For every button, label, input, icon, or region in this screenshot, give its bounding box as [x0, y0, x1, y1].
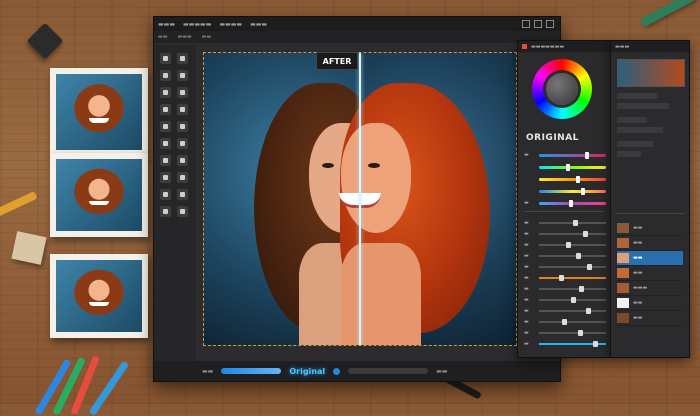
photo-print-2 — [50, 153, 148, 237]
layer-item[interactable]: ▬▬▬ — [617, 281, 683, 296]
pen-tool-icon[interactable] — [177, 138, 188, 149]
text-tool-icon[interactable] — [160, 155, 171, 166]
option-item[interactable]: ▬▬▬ — [177, 34, 191, 40]
layer-item[interactable]: ▬▬ — [617, 311, 683, 326]
clone-stamp-icon[interactable] — [177, 104, 188, 115]
saturation-slider[interactable] — [524, 161, 606, 173]
hue-slider[interactable]: ▬ — [524, 149, 606, 161]
colored-pencils — [24, 340, 134, 416]
eraser-tool-icon[interactable] — [160, 104, 171, 115]
tools-panel — [154, 45, 196, 361]
layer-list: ▬▬ ▬▬ ▬▬ ▬▬ ▬▬▬ ▬▬ ▬▬ — [617, 221, 683, 326]
desk-chip — [11, 231, 47, 265]
tone-slider[interactable]: ▬ — [524, 283, 606, 294]
tone-slider[interactable]: ▬ — [524, 272, 606, 283]
image-canvas[interactable] — [203, 52, 517, 346]
eyedropper-icon[interactable] — [177, 87, 188, 98]
temperature-slider[interactable] — [524, 185, 606, 197]
tone-slider[interactable]: ▬ — [524, 338, 606, 349]
tone-slider[interactable]: ▬ — [524, 316, 606, 327]
panel-header: ▬▬▬▬▬▬▬ — [518, 41, 610, 52]
color-adjust-panel: ▬▬▬▬▬▬▬ ORIGINAL ▬ ▬ ▬ ▬ ▬ ▬ ▬ ▬ ▬ ▬ ▬ ▬… — [517, 40, 611, 358]
dodge-tool-icon[interactable] — [160, 138, 171, 149]
tone-slider[interactable]: ▬ — [524, 217, 606, 228]
status-original-label: Original — [289, 366, 326, 376]
heal-tool-icon[interactable] — [160, 189, 171, 200]
menu-placeholder[interactable]: ▬▬▬▬▬ — [183, 21, 211, 28]
desk-pencil-yellow — [0, 191, 38, 217]
color-wheel[interactable] — [532, 59, 592, 119]
vibrance-slider[interactable] — [524, 173, 606, 185]
status-item: ▬▬ — [436, 367, 448, 375]
shape-tool-icon[interactable] — [177, 155, 188, 166]
panel-header: ▬▬▬ — [611, 41, 689, 52]
menu-placeholder[interactable]: ▬▬▬▬ — [219, 21, 242, 28]
window-controls — [522, 20, 560, 28]
tone-slider[interactable]: ▬ — [524, 261, 606, 272]
mask-tool-icon[interactable] — [160, 206, 171, 217]
color-sliders: ▬ ▬ — [524, 149, 606, 209]
patch-tool-icon[interactable] — [177, 189, 188, 200]
hand-tool-icon[interactable] — [160, 172, 171, 183]
title-bar: ▬▬▬ ▬▬▬▬▬ ▬▬▬▬ ▬▬▬ — [154, 17, 560, 31]
zoom-tool-icon[interactable] — [177, 172, 188, 183]
maximize-icon[interactable] — [534, 20, 542, 28]
after-half — [340, 53, 516, 345]
tone-slider[interactable]: ▬ — [524, 305, 606, 316]
desk-pencil — [639, 0, 697, 28]
blur-tool-icon[interactable] — [177, 121, 188, 132]
zoom-slider[interactable] — [348, 368, 429, 374]
status-progress — [221, 368, 282, 374]
close-icon[interactable] — [546, 20, 554, 28]
tone-slider[interactable]: ▬ — [524, 228, 606, 239]
tone-slider[interactable]: ▬ — [524, 239, 606, 250]
move-tool-icon[interactable] — [160, 53, 171, 64]
photo-editor-window: ▬▬▬ ▬▬▬▬▬ ▬▬▬▬ ▬▬▬ ▬▬ ▬▬▬ ▬▬ ▬▬ Original… — [153, 16, 561, 382]
before-half — [204, 53, 384, 345]
status-item: ▬▬ — [202, 367, 214, 375]
layer-item[interactable]: ▬▬ — [617, 236, 683, 251]
tone-slider[interactable]: ▬ — [524, 294, 606, 305]
options-bar: ▬▬ ▬▬▬ ▬▬ — [154, 31, 560, 43]
desk-eraser — [26, 22, 64, 60]
layer-item[interactable]: ▬▬ — [617, 221, 683, 236]
after-label: AFTER — [316, 52, 358, 70]
layers-panel: ▬▬▬ ▬▬ ▬▬ ▬▬ ▬▬ ▬▬▬ ▬▬ ▬▬ — [610, 40, 690, 358]
layer-item[interactable]: ▬▬ — [617, 296, 683, 311]
gradient-tool-icon[interactable] — [160, 121, 171, 132]
tone-slider[interactable]: ▬ — [524, 327, 606, 338]
crop-tool-icon[interactable] — [177, 70, 188, 81]
comparison-divider[interactable] — [359, 53, 361, 345]
brush-tool-icon[interactable] — [160, 87, 171, 98]
select-tool-icon[interactable] — [177, 53, 188, 64]
tone-slider[interactable]: ▬ — [524, 250, 606, 261]
status-bar: ▬▬ Original ▬▬ — [154, 361, 560, 381]
menu-placeholder[interactable]: ▬▬▬ — [250, 21, 267, 28]
color-swatch-icon[interactable] — [177, 206, 188, 217]
lasso-tool-icon[interactable] — [160, 70, 171, 81]
tint-slider[interactable]: ▬ — [524, 197, 606, 209]
layer-item[interactable]: ▬▬ — [617, 266, 683, 281]
info-icon[interactable] — [333, 367, 341, 375]
panel-close-icon[interactable] — [522, 44, 527, 49]
tone-adjustments: ▬ ▬ ▬ ▬ ▬ ▬ ▬ ▬ ▬ ▬ ▬ ▬ — [524, 217, 606, 349]
menu-placeholder[interactable]: ▬▬▬ — [158, 21, 175, 28]
original-label: ORIGINAL — [526, 133, 579, 143]
photo-print-3 — [50, 254, 148, 338]
option-item[interactable]: ▬▬ — [158, 34, 167, 40]
minimize-icon[interactable] — [522, 20, 530, 28]
layer-item-selected[interactable]: ▬▬ — [617, 251, 683, 266]
option-item[interactable]: ▬▬ — [202, 34, 211, 40]
photo-print-1 — [50, 68, 148, 156]
preview-thumbnail — [617, 59, 685, 87]
